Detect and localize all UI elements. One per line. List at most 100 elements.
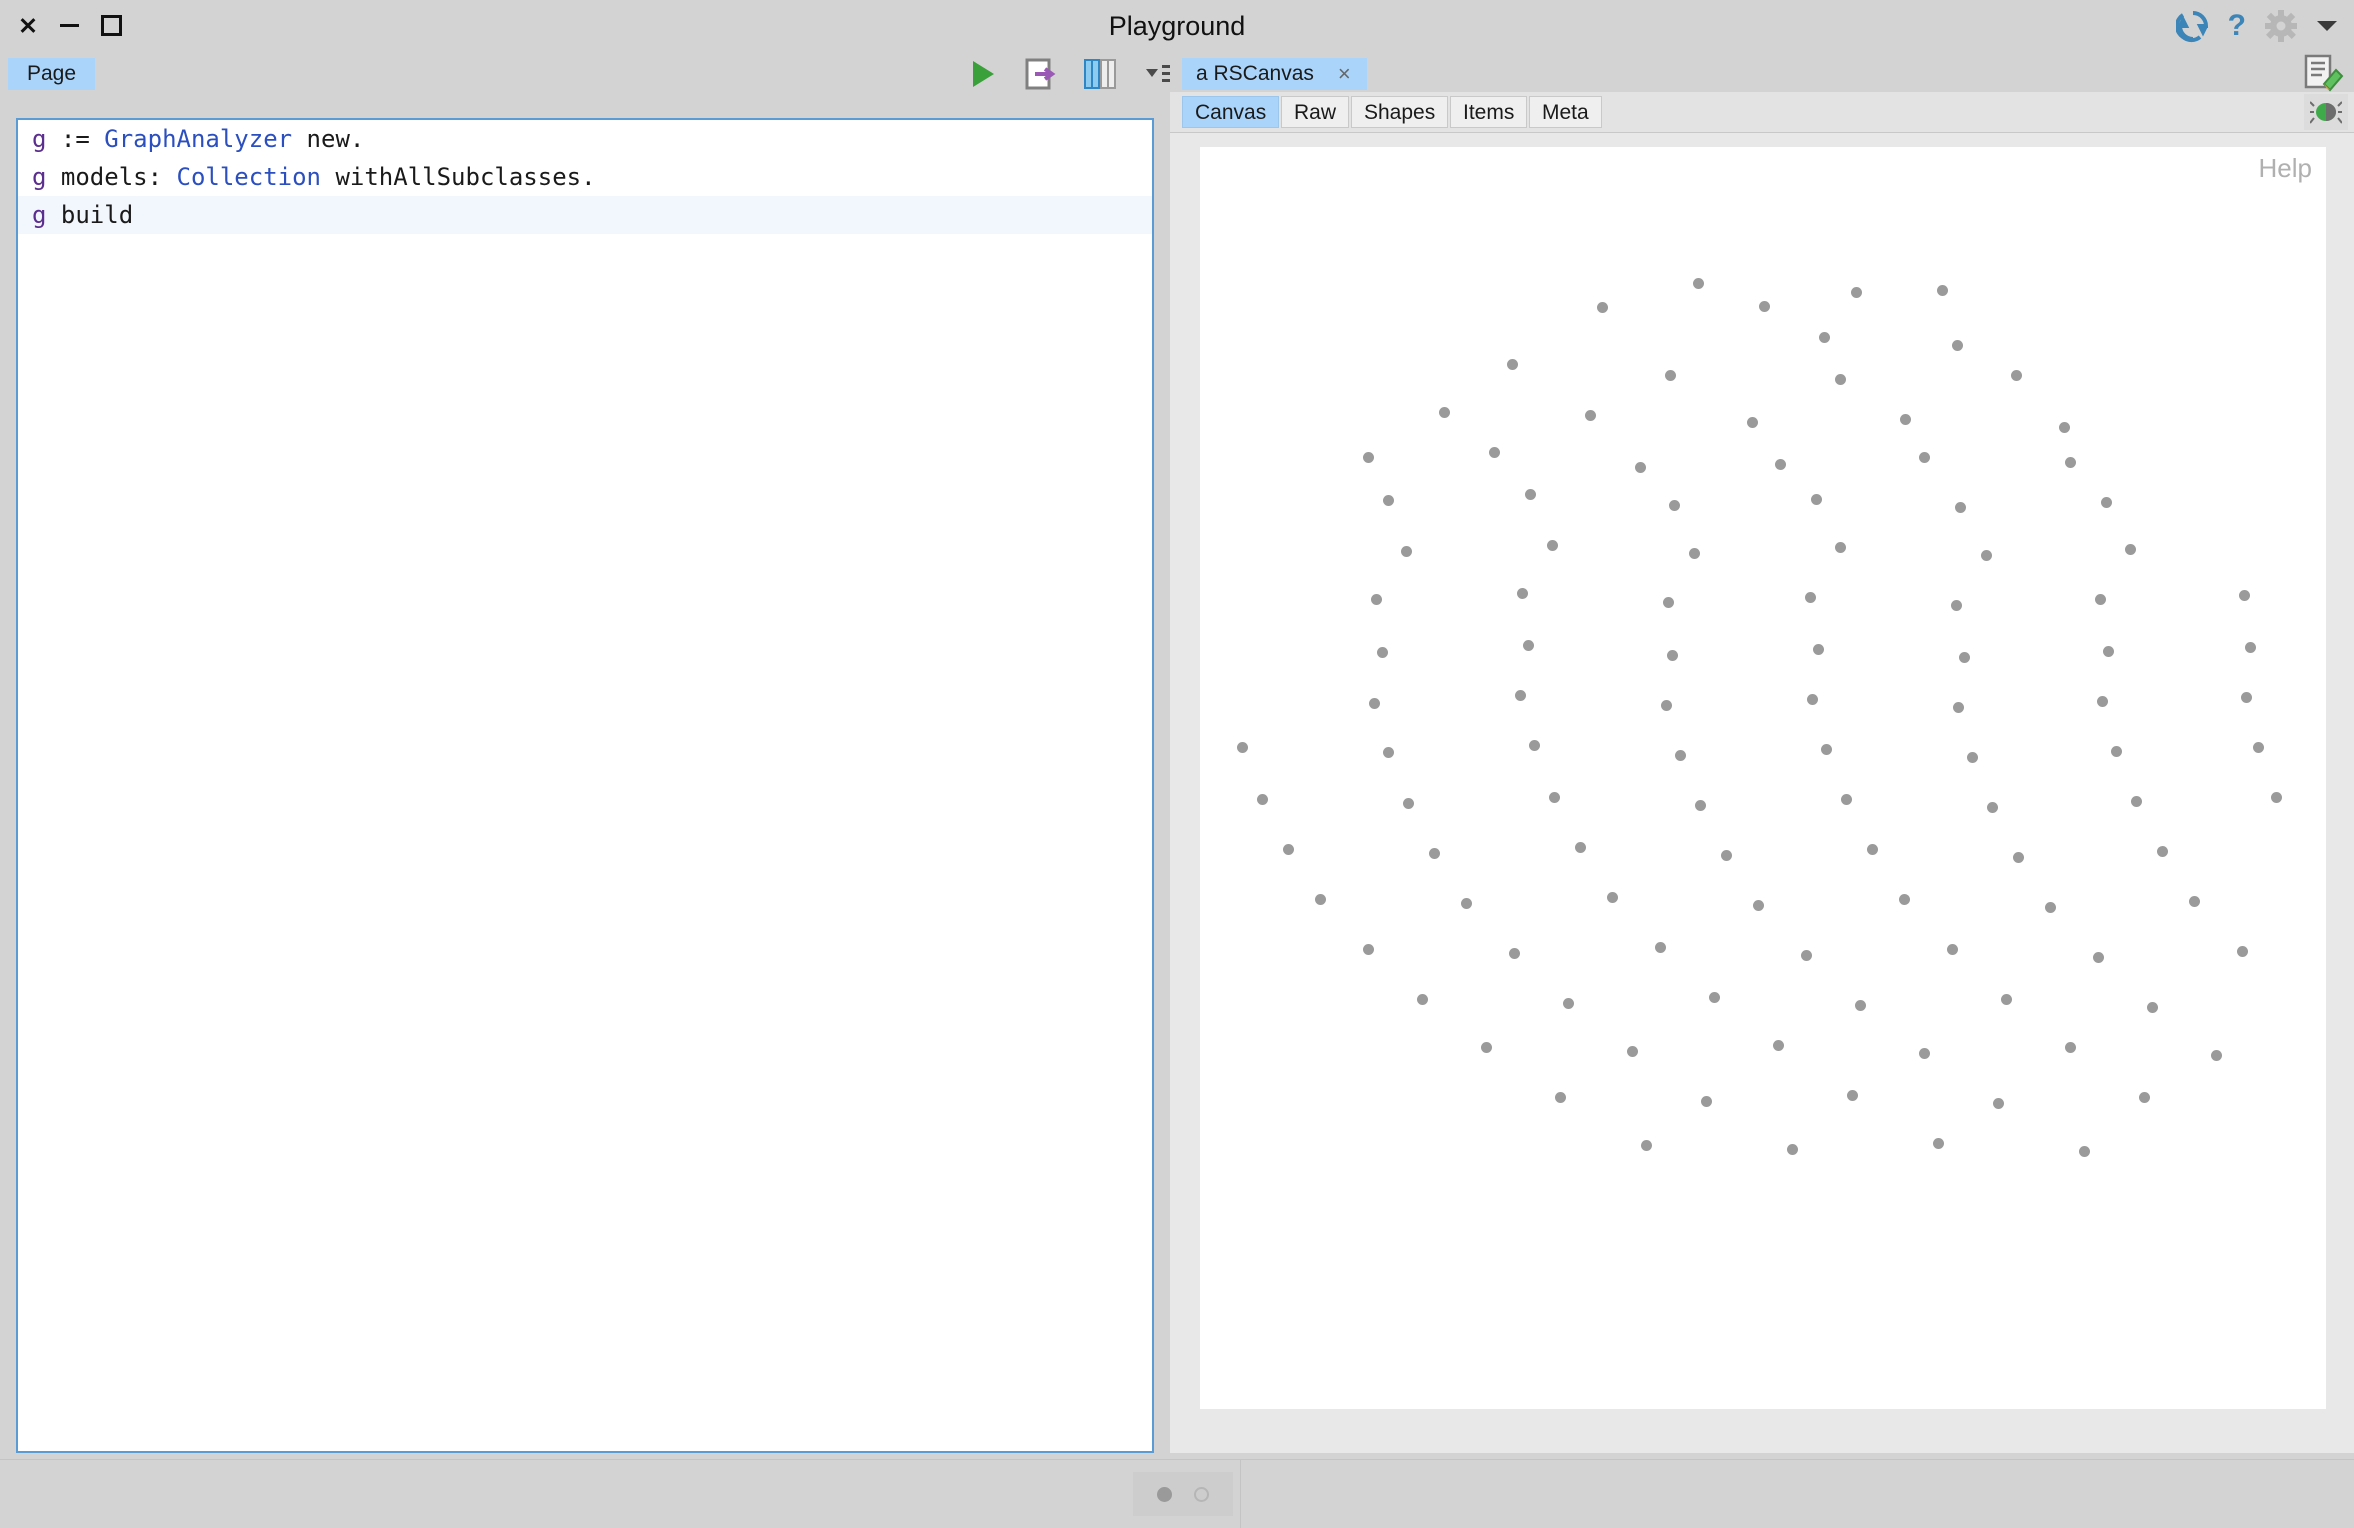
canvas-node[interactable] <box>2124 543 2136 555</box>
canvas-node[interactable] <box>1522 639 1534 651</box>
canvas-node[interactable] <box>1362 451 1374 463</box>
canvas-node[interactable] <box>1460 897 1472 909</box>
canvas-node[interactable] <box>1376 646 1388 658</box>
canvas-node[interactable] <box>1528 739 1540 751</box>
run-button[interactable] <box>970 59 996 89</box>
canvas-node[interactable] <box>1508 947 1520 959</box>
canvas-node[interactable] <box>2252 741 2264 753</box>
canvas-node[interactable] <box>1774 458 1786 470</box>
code-line[interactable]: g models: Collection withAllSubclasses. <box>18 158 1152 196</box>
canvas-node[interactable] <box>1866 843 1878 855</box>
canvas-node[interactable] <box>1554 1091 1566 1103</box>
canvas-node[interactable] <box>1786 1143 1798 1155</box>
pane-splitter[interactable] <box>1158 96 1168 1456</box>
canvas-node[interactable] <box>2270 791 2282 803</box>
canvas-node[interactable] <box>1382 746 1394 758</box>
canvas-node[interactable] <box>1256 793 1268 805</box>
canvas-node[interactable] <box>2240 691 2252 703</box>
canvas-node[interactable] <box>1562 997 1574 1009</box>
help-button[interactable]: ? <box>2228 11 2246 41</box>
tab-page[interactable]: Page <box>8 58 96 90</box>
canvas-node[interactable] <box>1898 893 1910 905</box>
canvas-node[interactable] <box>1936 284 1948 296</box>
canvas-node[interactable] <box>2058 421 2070 433</box>
canvas-node[interactable] <box>1416 993 1428 1005</box>
canvas-node[interactable] <box>1818 331 1830 343</box>
canvas-node[interactable] <box>1752 899 1764 911</box>
canvas-node[interactable] <box>1834 541 1846 553</box>
canvas-node[interactable] <box>1674 749 1686 761</box>
canvas-node[interactable] <box>1804 591 1816 603</box>
canvas-node[interactable] <box>1746 416 1758 428</box>
canvas-node[interactable] <box>2110 745 2122 757</box>
tab-rscanvas[interactable]: a RSCanvas × <box>1182 58 1367 90</box>
canvas-node[interactable] <box>1584 409 1596 421</box>
canvas-node[interactable] <box>1514 689 1526 701</box>
canvas-node[interactable] <box>1428 847 1440 859</box>
subtab-shapes[interactable]: Shapes <box>1351 96 1449 128</box>
canvas-node[interactable] <box>1368 697 1380 709</box>
canvas-node[interactable] <box>2092 951 2104 963</box>
canvas-node[interactable] <box>2238 589 2250 601</box>
canvas-node[interactable] <box>1488 446 1500 458</box>
canvas-node[interactable] <box>2000 993 2012 1005</box>
rs-canvas[interactable]: Help <box>1200 147 2326 1409</box>
canvas-node[interactable] <box>2100 496 2112 508</box>
note-edit-button[interactable] <box>2302 54 2344 97</box>
canvas-node[interactable] <box>1840 793 1852 805</box>
canvas-node[interactable] <box>2156 845 2168 857</box>
canvas-node[interactable] <box>1382 494 1394 506</box>
subtab-items[interactable]: Items <box>1450 96 1528 128</box>
canvas-node[interactable] <box>2012 851 2024 863</box>
canvas-node[interactable] <box>1640 1139 1652 1151</box>
pager-dot[interactable] <box>1194 1486 1209 1502</box>
canvas-node[interactable] <box>1980 549 1992 561</box>
pager-dot[interactable] <box>1157 1486 1172 1502</box>
canvas-node[interactable] <box>2064 456 2076 468</box>
canvas-node[interactable] <box>1846 1089 1858 1101</box>
canvas-node[interactable] <box>1524 488 1536 500</box>
canvas-node[interactable] <box>1820 743 1832 755</box>
canvas-node[interactable] <box>1810 493 1822 505</box>
canvas-node[interactable] <box>2102 645 2114 657</box>
canvas-node[interactable] <box>1506 358 1518 370</box>
subtab-meta[interactable]: Meta <box>1529 96 1602 128</box>
canvas-node[interactable] <box>2078 1145 2090 1157</box>
canvas-node[interactable] <box>1668 499 1680 511</box>
canvas-node[interactable] <box>1596 301 1608 313</box>
canvas-node[interactable] <box>1708 991 1720 1003</box>
canvas-node[interactable] <box>1548 791 1560 803</box>
do-it-and-go-button[interactable] <box>1024 58 1056 90</box>
canvas-node[interactable] <box>1800 949 1812 961</box>
sync-button[interactable] <box>2175 9 2210 43</box>
code-editor[interactable]: g := GraphAnalyzer new. g models: Collect… <box>16 118 1154 1453</box>
canvas-node[interactable] <box>2188 895 2200 907</box>
canvas-node[interactable] <box>1606 891 1618 903</box>
canvas-node[interactable] <box>1986 801 1998 813</box>
canvas-node[interactable] <box>2064 1041 2076 1053</box>
canvas-node[interactable] <box>1850 286 1862 298</box>
canvas-node[interactable] <box>1951 339 1963 351</box>
canvas-node[interactable] <box>2244 641 2256 653</box>
canvas-node[interactable] <box>2094 593 2106 605</box>
canvas-node[interactable] <box>1480 1041 1492 1053</box>
subtab-raw[interactable]: Raw <box>1281 96 1350 128</box>
canvas-node[interactable] <box>1662 596 1674 608</box>
canvas-node[interactable] <box>1932 1137 1944 1149</box>
canvas-node[interactable] <box>1812 643 1824 655</box>
canvas-node[interactable] <box>1758 300 1770 312</box>
canvas-node[interactable] <box>1918 451 1930 463</box>
code-lines[interactable]: g := GraphAnalyzer new. g models: Collect… <box>18 120 1152 234</box>
canvas-node[interactable] <box>1958 651 1970 663</box>
canvas-node[interactable] <box>1370 593 1382 605</box>
canvas-node[interactable] <box>1834 373 1846 385</box>
canvas-node[interactable] <box>1666 649 1678 661</box>
canvas-node[interactable] <box>2236 945 2248 957</box>
canvas-node[interactable] <box>1660 699 1672 711</box>
code-line[interactable]: g build <box>18 196 1152 234</box>
canvas-node[interactable] <box>1992 1097 2004 1109</box>
canvas-node[interactable] <box>2210 1049 2222 1061</box>
canvas-node[interactable] <box>1700 1095 1712 1107</box>
canvas-node[interactable] <box>1282 843 1294 855</box>
canvas-node[interactable] <box>1402 797 1414 809</box>
